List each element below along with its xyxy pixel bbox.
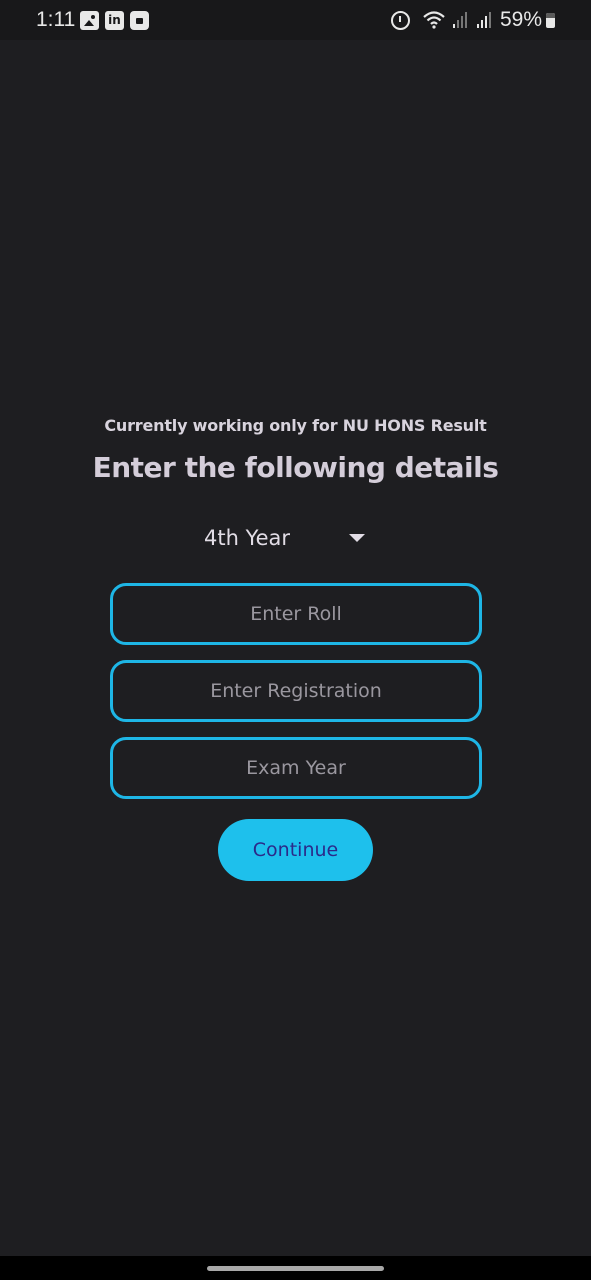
screen: 1:11 in 59% Currently working only for N… xyxy=(0,0,591,1280)
result-form: Currently working only for NU HONS Resul… xyxy=(0,410,591,881)
year-dropdown[interactable]: 4th Year xyxy=(204,522,374,554)
registration-input[interactable] xyxy=(113,663,479,719)
alarm-icon xyxy=(390,10,410,30)
home-gesture-handle[interactable] xyxy=(207,1266,384,1271)
linkedin-icon: in xyxy=(105,11,124,30)
signal-icon xyxy=(476,12,491,28)
gallery-icon xyxy=(80,11,99,30)
wifi-icon xyxy=(423,11,445,29)
system-icons: 59% xyxy=(390,8,555,32)
signal-icon xyxy=(452,12,467,28)
battery-percentage: 59% xyxy=(499,8,542,31)
navigation-bar xyxy=(0,1256,591,1280)
notification-icons: in xyxy=(80,11,149,30)
page-title: Enter the following details xyxy=(92,451,499,484)
roll-input[interactable] xyxy=(113,586,479,642)
roll-field[interactable] xyxy=(110,583,482,645)
status-bar: 1:11 in 59% xyxy=(0,0,591,40)
status-time: 1:11 xyxy=(36,8,76,31)
exam-year-input[interactable] xyxy=(113,740,479,796)
battery-icon xyxy=(546,12,555,28)
continue-button[interactable]: Continue xyxy=(218,819,373,881)
chevron-down-icon xyxy=(349,534,365,542)
exam-year-field[interactable] xyxy=(110,737,482,799)
year-dropdown-value: 4th Year xyxy=(204,526,291,550)
registration-field[interactable] xyxy=(110,660,482,722)
notice-text: Currently working only for NU HONS Resul… xyxy=(104,416,487,435)
shopping-bag-icon xyxy=(130,11,149,30)
